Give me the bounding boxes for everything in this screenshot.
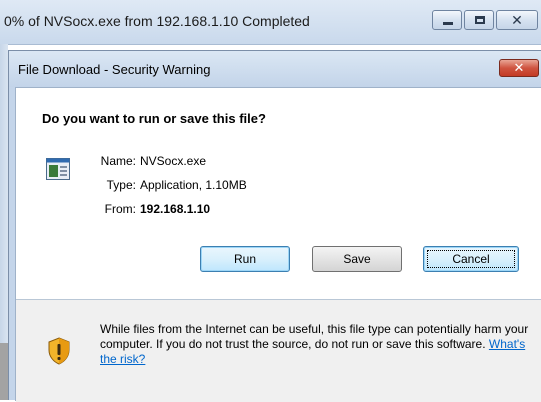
- shield-warning-icon: [48, 337, 70, 365]
- from-label: From:: [104, 202, 136, 216]
- outer-close-button[interactable]: ✕: [496, 10, 538, 30]
- warning-text-block: While files from the Internet can be use…: [100, 322, 530, 367]
- type-value: Application, 1.10MB: [140, 178, 247, 192]
- type-label: Type:: [106, 178, 136, 192]
- outer-window-titlebar: 0% of NVSocx.exe from 192.168.1.10 Compl…: [0, 0, 541, 45]
- from-value: 192.168.1.10: [140, 202, 211, 216]
- file-name-row: Name: NVSocx.exe: [76, 154, 206, 168]
- close-icon: ✕: [511, 12, 523, 28]
- maximize-icon: [475, 16, 485, 24]
- file-from-row: From: 192.168.1.10: [76, 202, 210, 216]
- maximize-button[interactable]: [464, 10, 494, 30]
- warning-text: While files from the Internet can be use…: [100, 322, 529, 351]
- minimize-button[interactable]: [432, 10, 462, 30]
- dialog-body: Do you want to run or save this file? Na…: [15, 87, 541, 402]
- dialog-question: Do you want to run or save this file?: [42, 111, 266, 126]
- name-label: Name:: [100, 154, 136, 168]
- outer-window-title: 0% of NVSocx.exe from 192.168.1.10 Compl…: [4, 13, 310, 29]
- save-button[interactable]: Save: [312, 246, 402, 272]
- dialog-close-button[interactable]: ✕: [499, 59, 539, 77]
- cancel-button[interactable]: Cancel: [423, 246, 519, 272]
- file-type-row: Type: Application, 1.10MB: [76, 178, 247, 192]
- close-icon: ✕: [513, 60, 525, 75]
- minimize-icon: [443, 22, 453, 25]
- security-warning-dialog: File Download - Security Warning ✕ Do yo…: [8, 50, 541, 402]
- application-icon: [46, 158, 70, 180]
- dialog-title: File Download - Security Warning: [18, 62, 211, 77]
- cancel-button-label: Cancel: [452, 252, 490, 266]
- run-button[interactable]: Run: [200, 246, 290, 272]
- dialog-titlebar: File Download - Security Warning ✕: [9, 51, 541, 87]
- name-value: NVSocx.exe: [140, 154, 207, 168]
